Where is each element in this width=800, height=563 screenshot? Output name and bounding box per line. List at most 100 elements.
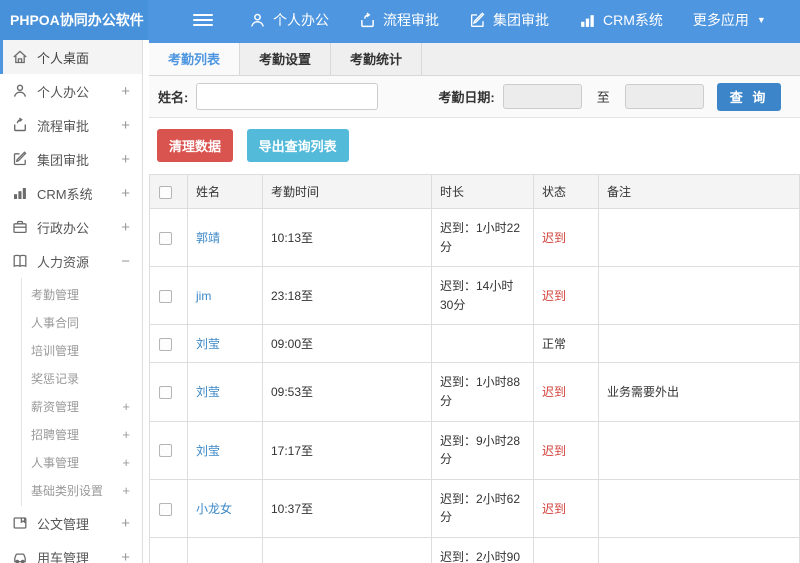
expand-icon[interactable]: + xyxy=(122,483,130,498)
row-checkbox[interactable] xyxy=(159,502,172,516)
topnav-item-group-approval[interactable]: 集团审批 xyxy=(469,10,549,30)
expand-icon[interactable]: + xyxy=(121,83,130,100)
tab-attendance-stats[interactable]: 考勤统计 xyxy=(331,43,423,75)
export-list-button[interactable]: 导出查询列表 xyxy=(246,129,349,162)
table-row: 管理员10:54至10:54迟到：2小时90分早退：7小时10分迟到/早退111… xyxy=(149,536,800,563)
hamburger-menu-icon[interactable] xyxy=(193,14,213,26)
expand-icon[interactable]: + xyxy=(121,185,130,202)
sidebar-item-label: 个人办公 xyxy=(37,84,90,100)
submenu-human-resources: 考勤管理 人事合同培训管理奖惩记录 薪资管理 + 招聘管理 + 人事管理 + 基础类别设置 + xyxy=(21,278,142,506)
sidebar-item-human-resources[interactable]: 人力资源 − xyxy=(0,244,142,278)
duration-cell: 迟到：14小时30分 xyxy=(431,266,534,326)
late-duration: 迟到：1小时88分 xyxy=(440,375,521,408)
sidebar-subitem-salary-mgmt[interactable]: 薪资管理 + xyxy=(22,392,142,420)
row-checkbox[interactable] xyxy=(159,231,172,245)
main-content: 考勤列表 考勤设置 考勤统计 姓名: 考勤日期: 至 查 询 清理数据 导出查询… xyxy=(149,40,800,563)
table-row: 小龙女 10:37至 迟到：2小时62分 迟到 xyxy=(149,478,800,538)
status-cell: 迟到/早退 xyxy=(533,536,599,563)
duration-cell: 迟到：2小时90分早退：7小时10分 xyxy=(431,536,534,563)
col-header-status: 状态 xyxy=(533,174,599,209)
date-to-label: 至 xyxy=(596,90,610,105)
sidebar-subitem-training-mgmt[interactable]: 培训管理 xyxy=(22,336,142,364)
search-button[interactable]: 查 询 xyxy=(716,82,782,111)
sidebar-item-document-mgmt[interactable]: 公文管理 + xyxy=(0,506,142,540)
late-duration: 迟到：2小时90分 xyxy=(440,549,521,563)
sidebar-subitem-label: 基础类别设置 xyxy=(31,483,104,498)
sidebar-item-personal-office[interactable]: 个人办公 + xyxy=(0,74,142,108)
table-header-row: 姓名 考勤时间 时长 状态 备注 xyxy=(149,174,800,209)
col-header-remark: 备注 xyxy=(598,174,800,209)
sidebar-subitem-base-category[interactable]: 基础类别设置 + xyxy=(22,476,142,504)
app-logo: PHPOA协同办公软件 xyxy=(0,0,148,40)
topnav-item-more-apps[interactable]: 更多应用 ▼ xyxy=(693,10,766,30)
row-checkbox[interactable] xyxy=(159,444,172,458)
sidebar-item-label: 个人桌面 xyxy=(37,50,90,66)
row-checkbox[interactable] xyxy=(159,289,172,303)
sidebar-item-group-approval[interactable]: 集团审批 + xyxy=(0,142,142,176)
attendance-time-cell: 23:18至 xyxy=(262,266,432,326)
topnav-label: 更多应用 xyxy=(692,12,749,28)
remark-cell xyxy=(598,420,800,480)
date-from-input[interactable] xyxy=(502,84,582,109)
duration-cell: 迟到：1小时22分 xyxy=(431,207,534,268)
attendance-table: 姓名 考勤时间 时长 状态 备注 郭靖 10:13至 迟到：1小时22分 迟到 jim 2… xyxy=(149,174,800,563)
topnav-label: CRM系统 xyxy=(603,12,663,28)
row-checkbox[interactable] xyxy=(159,338,172,352)
expand-icon[interactable]: + xyxy=(122,427,130,442)
date-to-input[interactable] xyxy=(624,84,704,109)
remark-cell: 1111 xyxy=(598,536,800,563)
row-checkbox[interactable] xyxy=(159,386,172,400)
sidebar-subitem-recruit-mgmt[interactable]: 招聘管理 + xyxy=(22,420,142,448)
expand-icon[interactable]: + xyxy=(122,455,130,470)
action-bar: 清理数据 导出查询列表 xyxy=(149,118,800,174)
employee-name-link[interactable]: jim xyxy=(196,289,211,303)
sidebar-item-admin-office[interactable]: 行政办公 + xyxy=(0,210,142,244)
sidebar-item-personal-desktop[interactable]: 个人桌面 xyxy=(0,40,142,74)
clean-data-button[interactable]: 清理数据 xyxy=(157,129,234,162)
attendance-time-cell: 09:00至 xyxy=(262,324,432,364)
sidebar-subitem-attendance-mgmt[interactable]: 考勤管理 xyxy=(22,280,142,308)
expand-icon[interactable]: + xyxy=(121,515,130,532)
topnav-item-personal-office[interactable]: 个人办公 xyxy=(249,10,329,30)
employee-name-link[interactable]: 刘莹 xyxy=(196,337,220,351)
sidebar-item-crm-system[interactable]: CRM系统 + xyxy=(0,176,142,210)
expand-icon[interactable]: + xyxy=(121,117,130,134)
sidebar-subitem-hr-contract[interactable]: 人事合同 xyxy=(22,308,142,336)
user-icon xyxy=(249,12,266,29)
expand-icon[interactable]: + xyxy=(121,219,130,236)
name-filter-input[interactable] xyxy=(196,83,379,110)
col-header-name: 姓名 xyxy=(187,174,263,209)
expand-icon[interactable]: + xyxy=(121,549,130,563)
home-icon xyxy=(12,49,28,65)
sidebar-item-workflow-approval[interactable]: 流程审批 + xyxy=(0,108,142,142)
duration-cell: 迟到：1小时88分 xyxy=(431,362,534,422)
late-duration: 迟到：9小时28分 xyxy=(440,433,521,467)
attendance-time-cell: 10:13至 xyxy=(262,207,432,268)
remark-cell: 业务需要外出 xyxy=(598,362,800,422)
employee-name-link[interactable]: 小龙女 xyxy=(196,502,232,516)
sidebar-subitem-personnel-mgmt[interactable]: 人事管理 + xyxy=(22,448,142,476)
sidebar-subitem-reward-punish[interactable]: 奖惩记录 xyxy=(22,364,142,392)
late-duration: 迟到：14小时30分 xyxy=(440,279,514,312)
tab-attendance-settings[interactable]: 考勤设置 xyxy=(240,43,332,75)
flow-icon xyxy=(12,117,28,133)
select-all-checkbox[interactable] xyxy=(159,185,172,199)
attendance-time-cell: 10:54至10:54 xyxy=(262,536,432,563)
chart-icon xyxy=(579,12,596,29)
topnav-item-crm-system[interactable]: CRM系统 xyxy=(579,10,663,30)
expand-icon[interactable]: + xyxy=(122,399,130,414)
employee-name-link[interactable]: 刘莹 xyxy=(196,444,220,458)
employee-name-link[interactable]: 刘莹 xyxy=(196,385,220,399)
sidebar-subitem-label: 培训管理 xyxy=(31,343,80,358)
expand-icon[interactable]: + xyxy=(121,151,130,168)
collapse-icon[interactable]: − xyxy=(121,253,130,270)
sidebar: 个人桌面 个人办公 + 流程审批 + 集团审批 + CRM系统 + 行政办公 + 人力资源 − 考勤管理人… xyxy=(0,40,143,563)
sidebar-item-vehicle-mgmt[interactable]: 用车管理 + xyxy=(0,540,142,563)
employee-name-link[interactable]: 郭靖 xyxy=(196,231,220,245)
topnav-label: 流程审批 xyxy=(383,12,439,28)
topnav-item-workflow-approval[interactable]: 流程审批 xyxy=(359,10,439,30)
chart-icon xyxy=(12,185,28,201)
late-duration: 迟到：2小时62分 xyxy=(440,491,521,525)
caret-down-icon: ▼ xyxy=(756,15,766,25)
tab-attendance-list[interactable]: 考勤列表 xyxy=(149,43,241,75)
